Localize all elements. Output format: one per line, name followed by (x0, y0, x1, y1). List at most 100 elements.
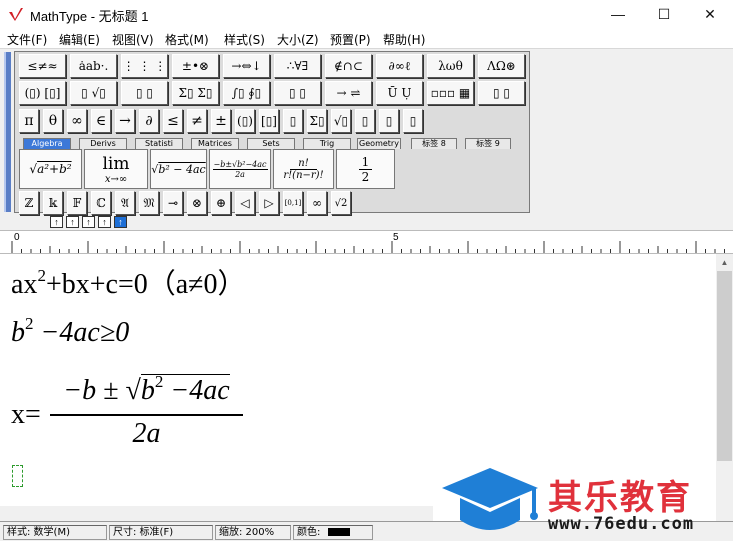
tab-trig[interactable]: Trig (303, 138, 351, 149)
template-discriminant[interactable]: √b² − 4ac (150, 149, 207, 189)
symbol-palette-panel: ≤≠≈ ȧab·. ⋮ ⋮ ⋮ ±•⊗ →⇔↓ ∴∀∃ ∉∩⊂ ∂∞ℓ λωθ … (14, 51, 530, 215)
menu-format[interactable]: 格式(M) (165, 31, 209, 48)
fraction-bar (50, 414, 243, 416)
small-toolbar-button-3[interactable]: ↑ (82, 216, 95, 228)
integers-symbol-button[interactable]: ℤ (19, 191, 39, 215)
complex-symbol-button[interactable]: ℂ (91, 191, 111, 215)
menu-help[interactable]: 帮助(H) (383, 31, 425, 48)
template-limit[interactable]: lim x→∞ (84, 149, 148, 189)
field-f-symbol-button[interactable]: 𝔽 (67, 191, 87, 215)
element-of-symbol-button[interactable]: ∈ (91, 109, 111, 133)
tab-label-8[interactable]: 标签 8 (411, 138, 457, 149)
right-triangle-symbol-button[interactable]: ▷ (259, 191, 279, 215)
small-toolbar-button-2[interactable]: ↑ (66, 216, 79, 228)
infinity-symbol-button[interactable]: ∞ (67, 109, 87, 133)
left-triangle-symbol-button[interactable]: ◁ (235, 191, 255, 215)
box-templates-button[interactable]: ▯ ▯ (478, 81, 525, 105)
fraction-template-button[interactable]: ▯ (283, 109, 303, 133)
fraction-radical-templates-button[interactable]: ▯ √▯ (70, 81, 117, 105)
tab-geometry[interactable]: Geometry (357, 138, 401, 149)
less-equal-symbol-button[interactable]: ≤ (163, 109, 183, 133)
sqrt-template-button[interactable]: √▯ (331, 109, 351, 133)
scroll-up-icon[interactable]: ▲ (716, 254, 733, 271)
greek-lowercase-button[interactable]: λωθ (427, 54, 474, 78)
status-style[interactable]: 样式: 数学(M) (3, 525, 107, 540)
small-toolbar-button-4[interactable]: ↑ (98, 216, 111, 228)
scroll-thumb[interactable] (717, 271, 732, 461)
greek-uppercase-button[interactable]: ΛΩ⊛ (478, 54, 525, 78)
eq1-exponent: 2 (37, 266, 46, 285)
pi-symbol-button[interactable]: π (19, 109, 39, 133)
matrix-templates-button[interactable]: ▫▫▫ ▦ (427, 81, 474, 105)
partial-symbol-button[interactable]: ∂ (139, 109, 159, 133)
numerator-prefix: −b ± √ (63, 375, 141, 406)
interval-template-button[interactable]: [0,1] (283, 191, 303, 215)
fence-templates-button[interactable]: (▯) [▯] (19, 81, 66, 105)
small-toolbar-button-1[interactable]: ↑ (50, 216, 63, 228)
menu-file[interactable]: 文件(F) (7, 31, 47, 48)
labeled-arrow-templates-button[interactable]: → ⇌ (325, 81, 372, 105)
fraktur-a-symbol-button[interactable]: 𝔄 (115, 191, 135, 215)
not-equal-symbol-button[interactable]: ≠ (187, 109, 207, 133)
status-zoom[interactable]: 缩放: 200% (215, 525, 291, 540)
relational-symbols-button[interactable]: ≤≠≈ (19, 54, 66, 78)
fraktur-m-symbol-button[interactable]: 𝔐 (139, 191, 159, 215)
template-combination[interactable]: n! r!(n−r)! (273, 149, 334, 189)
field-k-symbol-button[interactable]: 𝕜 (43, 191, 63, 215)
status-size[interactable]: 尺寸: 标准(F) (109, 525, 213, 540)
parentheses-template-button[interactable]: (▯) (235, 109, 255, 133)
tab-sets[interactable]: Sets (247, 138, 295, 149)
input-slot-cursor[interactable] (12, 465, 23, 487)
template-pythagorean[interactable]: √a²+b² (19, 149, 82, 189)
set-theory-symbols-button[interactable]: ∉∩⊂ (325, 54, 372, 78)
tab-matrices[interactable]: Matrices (191, 138, 239, 149)
underbar-overbar-templates-button[interactable]: ▯ ▯ (274, 81, 321, 105)
title-bar: MathType - 无标题 1 — ☐ ✕ (0, 0, 733, 28)
sum-template-button[interactable]: Σ▯ (307, 109, 327, 133)
tab-label-9[interactable]: 标签 9 (465, 138, 511, 149)
status-color[interactable]: 颜色: (293, 525, 373, 540)
eq2-b: b (11, 317, 25, 348)
arrow-symbols-button[interactable]: →⇔↓ (223, 54, 270, 78)
menu-preferences[interactable]: 预置(P) (330, 31, 371, 48)
otimes-symbol-button[interactable]: ⊗ (187, 191, 207, 215)
theta-symbol-button[interactable]: θ (43, 109, 63, 133)
equation-quadratic: ax2+bx+c=0（a≠0） (11, 262, 246, 302)
template-quadratic-formula[interactable]: −b±√b²−4ac 2a (209, 149, 271, 189)
minimize-button[interactable]: — (595, 0, 641, 28)
superscript-template-button[interactable]: ▯ (355, 109, 375, 133)
menu-edit[interactable]: 编辑(E) (59, 31, 100, 48)
watermark-logo: 其乐教育 www.76edu.com (438, 462, 733, 540)
horizontal-scrollbar[interactable] (0, 506, 433, 521)
tab-algebra[interactable]: Algebra (23, 138, 71, 149)
oplus-symbol-button[interactable]: ⊕ (211, 191, 231, 215)
toolbar-grip[interactable] (4, 52, 11, 212)
subscript-template-button[interactable]: ▯ (379, 109, 399, 133)
plus-minus-symbol-button[interactable]: ± (211, 109, 231, 133)
template-one-half[interactable]: 12 (336, 149, 395, 189)
subsuperscript-template-button[interactable]: ▯ (403, 109, 423, 133)
operator-symbols-button[interactable]: ±•⊗ (172, 54, 219, 78)
products-set-theory-templates-button[interactable]: Ū Ụ (376, 81, 423, 105)
embellishments-button[interactable]: ⋮ ⋮ ⋮ (121, 54, 168, 78)
infinity-button[interactable]: ∞ (307, 191, 327, 215)
menu-size[interactable]: 大小(Z) (277, 31, 319, 48)
close-button[interactable]: ✕ (687, 0, 733, 28)
subscript-templates-button[interactable]: ▯ ▯ (121, 81, 168, 105)
sqrt2-button[interactable]: √2 (331, 191, 351, 215)
small-toolbar-button-5[interactable]: ↑ (114, 216, 127, 228)
maximize-button[interactable]: ☐ (641, 0, 687, 28)
menu-style[interactable]: 样式(S) (224, 31, 265, 48)
tab-statistics[interactable]: Statisti (135, 138, 183, 149)
menu-view[interactable]: 视图(V) (112, 31, 154, 48)
spaces-ellipses-button[interactable]: ȧab·. (70, 54, 117, 78)
integral-templates-button[interactable]: ∫▯ ∮▯ (223, 81, 270, 105)
right-arrow-symbol-button[interactable]: → (115, 109, 135, 133)
ruler[interactable]: 0 5 (0, 230, 733, 254)
logical-symbols-button[interactable]: ∴∀∃ (274, 54, 321, 78)
brackets-template-button[interactable]: [▯] (259, 109, 279, 133)
misc-symbols-button[interactable]: ∂∞ℓ (376, 54, 423, 78)
tab-derivs[interactable]: Derivs (79, 138, 127, 149)
summation-templates-button[interactable]: Σ▯ Σ▯ (172, 81, 219, 105)
multimap-symbol-button[interactable]: ⊸ (163, 191, 183, 215)
